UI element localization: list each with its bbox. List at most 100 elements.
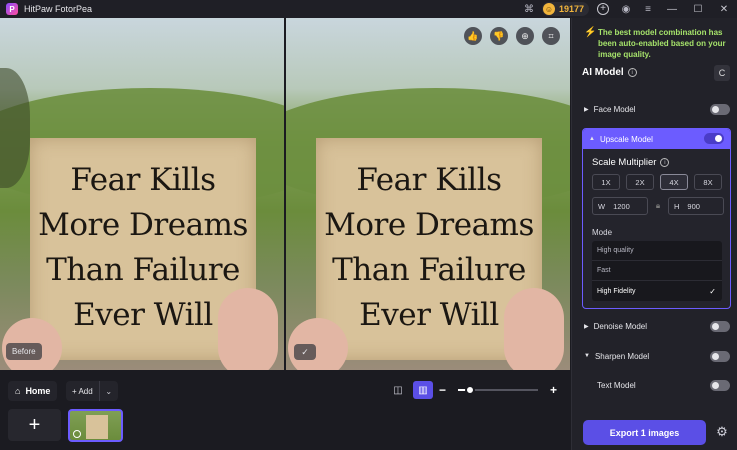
upscale-model-row[interactable]: ▲ Upscale Model <box>583 129 730 149</box>
quote-text: Fear Kills More Dreams Than Failure Ever… <box>30 158 256 338</box>
add-group: + Add ⌄ <box>66 381 118 401</box>
dimension-row: W 1200 🔒︎ H 900 <box>592 197 724 215</box>
caret-right-icon: ▶ <box>584 106 589 113</box>
quote-line: More Dreams <box>38 207 248 243</box>
minimize-button[interactable]: — <box>659 0 685 18</box>
before-preview[interactable]: Fear Kills More Dreams Than Failure Ever… <box>0 18 284 370</box>
width-field[interactable]: W 1200 <box>592 197 648 215</box>
lock-icon[interactable]: 🔒︎ <box>652 201 664 211</box>
width-value: 1200 <box>613 201 630 211</box>
export-button[interactable]: Export 1 images <box>583 420 706 445</box>
quote-line: More Dreams <box>324 207 534 243</box>
home-label: Home <box>25 386 51 396</box>
scale-multiplier-label: Scale Multiplier <box>592 157 657 168</box>
zoom-in-icon[interactable]: ⊕ <box>516 27 534 45</box>
before-label: Before <box>6 343 42 360</box>
width-label: W <box>598 201 606 211</box>
crop-icon[interactable]: ⌗ <box>542 27 560 45</box>
caret-right-icon: ▶ <box>584 323 589 330</box>
add-credits-icon[interactable]: + <box>597 3 609 15</box>
upscale-model-panel: ▲ Upscale Model Scale Multiplier i 1X 2X… <box>582 128 731 309</box>
face-model-toggle[interactable] <box>710 103 730 115</box>
chevron-down-icon[interactable]: ⌄ <box>100 381 118 401</box>
sharpen-model-toggle[interactable] <box>710 350 730 362</box>
credits-pill[interactable]: ☺ 19177 <box>541 2 589 16</box>
zoom-knob[interactable] <box>465 385 476 395</box>
mode-option-high-fidelity[interactable]: High Fidelity ✓ <box>592 281 722 301</box>
app-logo: P <box>6 3 18 15</box>
mode-option-fast[interactable]: Fast <box>592 261 722 281</box>
text-model-toggle[interactable] <box>710 379 730 391</box>
menu-icon[interactable]: ≡ <box>641 2 655 16</box>
scale-options: 1X 2X 4X 8X <box>592 174 722 190</box>
mode-option-label: High Fidelity <box>597 287 636 295</box>
quote-line: Fear Kills <box>70 162 216 198</box>
caret-down-icon: ▲ <box>589 136 595 142</box>
quote-line: Ever Will <box>73 297 213 333</box>
bolt-icon: ⚡ <box>584 27 597 38</box>
scale-2x-button[interactable]: 2X <box>626 174 654 190</box>
scale-1x-button[interactable]: 1X <box>592 174 620 190</box>
reset-button[interactable]: C <box>714 65 730 81</box>
text-model-row[interactable]: Text Model <box>584 376 730 394</box>
quote-line: Than Failure <box>46 252 240 288</box>
height-value: 900 <box>687 201 700 211</box>
add-image-tile[interactable]: + <box>8 409 61 441</box>
zoom-out-icon[interactable]: − <box>439 383 446 397</box>
denoise-model-toggle[interactable] <box>710 320 730 332</box>
settings-panel: ⚡ The best model combination has been au… <box>571 18 737 450</box>
home-icon: ⌂ <box>15 386 21 396</box>
maximize-button[interactable]: ☐ <box>685 0 711 18</box>
close-button[interactable]: ✕ <box>711 0 737 18</box>
sharpen-model-row[interactable]: ▼ Sharpen Model <box>584 347 730 365</box>
upscale-model-label: Upscale Model <box>599 134 653 144</box>
sharpen-model-label: Sharpen Model <box>594 351 650 361</box>
notice-text: The best model combination has been auto… <box>598 28 726 59</box>
thumbs-up-icon[interactable]: 👍 <box>464 27 482 45</box>
model-notice: ⚡ The best model combination has been au… <box>584 27 732 60</box>
face-model-label: Face Model <box>593 104 636 114</box>
scale-8x-button[interactable]: 8X <box>694 174 722 190</box>
height-label: H <box>674 201 680 211</box>
bottom-toolbar: ⌂ Home + Add ⌄ + ◫ ▥ − + <box>0 370 571 450</box>
home-button[interactable]: ⌂ Home <box>8 381 58 401</box>
gear-icon[interactable]: ⚙ <box>713 423 731 441</box>
thumbs-down-icon[interactable]: 👎 <box>490 27 508 45</box>
height-field[interactable]: H 900 <box>668 197 724 215</box>
clock-icon <box>73 430 81 438</box>
face-model-row[interactable]: ▶ Face Model <box>584 100 730 118</box>
single-view-icon[interactable]: ◫ <box>389 381 407 399</box>
mode-list: High quality Fast High Fidelity ✓ <box>592 241 722 301</box>
view-controls: ◫ ▥ − + <box>389 381 557 399</box>
quote-line: Than Failure <box>332 252 526 288</box>
gamepad-icon[interactable]: ⌘ <box>522 2 536 16</box>
ai-model-header: AI Model i <box>582 67 637 78</box>
mode-label: Mode <box>592 228 613 237</box>
after-preview[interactable]: Fear Kills More Dreams Than Failure Ever… <box>286 18 570 370</box>
scale-multiplier-title: Scale Multiplier i <box>592 157 670 168</box>
credits-count: 19177 <box>558 4 584 14</box>
add-button[interactable]: + Add <box>66 381 100 401</box>
denoise-model-label: Denoise Model <box>593 321 647 331</box>
mode-option-high-quality[interactable]: High quality <box>592 241 722 261</box>
thumbnail-card <box>86 415 108 439</box>
info-icon[interactable]: i <box>627 68 637 77</box>
text-model-label: Text Model <box>597 380 636 390</box>
upscale-model-toggle[interactable] <box>704 133 724 144</box>
zoom-in-icon[interactable]: + <box>550 383 557 397</box>
zoom-slider[interactable] <box>458 385 539 395</box>
ai-model-title: AI Model <box>582 67 624 78</box>
scale-4x-button[interactable]: 4X <box>660 174 688 190</box>
caret-down-icon: ▼ <box>584 353 590 359</box>
split-view-icon[interactable]: ▥ <box>413 381 433 399</box>
title-bar: P HitPaw FotorPea ⌘ ☺ 19177 + ◉ ≡ — ☐ ✕ <box>0 0 737 18</box>
image-thumbnail[interactable] <box>68 409 123 442</box>
account-icon[interactable]: ◉ <box>619 2 633 16</box>
quote-line: Ever Will <box>359 297 499 333</box>
app-title: HitPaw FotorPea <box>24 4 93 14</box>
quote-line: Fear Kills <box>356 162 502 198</box>
denoise-model-row[interactable]: ▶ Denoise Model <box>584 317 730 335</box>
preview-controls: 👍 👎 ⊕ ⌗ <box>464 27 560 45</box>
check-icon: ✓ <box>709 286 716 296</box>
info-icon[interactable]: i <box>660 158 670 167</box>
